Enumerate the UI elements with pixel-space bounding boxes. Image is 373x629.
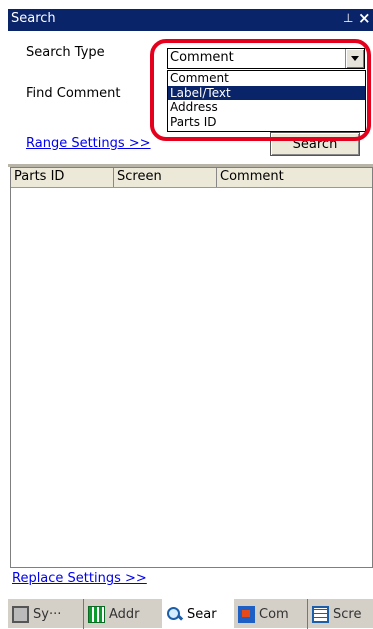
system-icon bbox=[12, 605, 29, 623]
tab-address-label: Addr bbox=[109, 606, 140, 622]
tab-screen[interactable]: Scre bbox=[308, 599, 373, 629]
range-settings-link[interactable]: Range Settings >> bbox=[26, 136, 151, 151]
tab-system[interactable]: Sy··· bbox=[8, 599, 84, 629]
panel-tab-strip: Sy··· Addr Sear Com Scre bbox=[8, 598, 373, 629]
column-header-comment[interactable]: Comment bbox=[217, 168, 373, 187]
pin-icon[interactable]: ⊥ bbox=[343, 11, 353, 25]
close-icon[interactable]: × bbox=[358, 9, 371, 27]
replace-settings-link[interactable]: Replace Settings >> bbox=[12, 571, 147, 586]
comment-icon bbox=[238, 605, 255, 623]
window-title: Search bbox=[11, 11, 56, 26]
tab-comment[interactable]: Com bbox=[234, 599, 308, 629]
tab-search-label: Sear bbox=[187, 606, 217, 622]
find-comment-label: Find Comment bbox=[26, 86, 121, 101]
column-header-parts-id[interactable]: Parts ID bbox=[11, 168, 114, 187]
tab-comment-label: Com bbox=[259, 606, 289, 622]
tab-address[interactable]: Addr bbox=[84, 599, 162, 629]
address-grid-icon bbox=[88, 605, 105, 623]
column-header-screen[interactable]: Screen bbox=[114, 168, 217, 187]
results-table: Parts ID Screen Comment bbox=[10, 167, 373, 568]
search-type-label: Search Type bbox=[26, 45, 105, 60]
search-icon bbox=[166, 606, 183, 623]
tab-search[interactable]: Sear bbox=[162, 599, 234, 629]
callout-highlight-ring bbox=[150, 39, 371, 141]
tab-system-label: Sy··· bbox=[33, 606, 62, 622]
tab-screen-label: Scre bbox=[333, 606, 362, 622]
title-bar: Search ⊥ × bbox=[8, 9, 373, 31]
table-header: Parts ID Screen Comment bbox=[11, 168, 372, 188]
screen-list-icon bbox=[312, 605, 329, 623]
